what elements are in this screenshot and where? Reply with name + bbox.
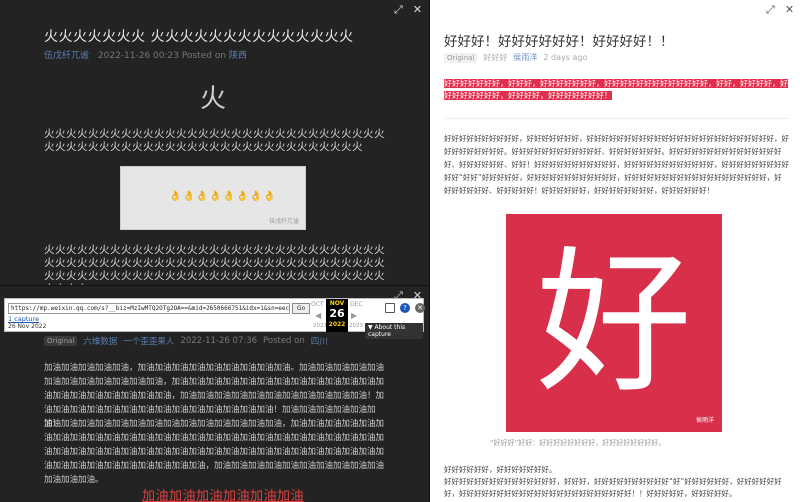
article-panel-right: ⤢ ✕ 好好好！好好好好好好！好好好好！！ Original 好好好 侯雨洋 2…	[430, 0, 800, 502]
highlight-text: 好好好好好好好，好好好，好好好好好好好，好好好好好好好好好好好好好，好好，好好好…	[444, 79, 788, 100]
body-paragraph: 好好好好好好好好好好，好好好好好好好，好好好好好好好好好好好好好好好好好好好好好…	[444, 134, 789, 195]
next-month-link[interactable]: DEC	[350, 301, 363, 308]
captures-link[interactable]: 1 capture	[8, 315, 39, 323]
paragraph: 加油加油加油加油加油加油加油加油加油加油加油加油加油加油，加油加油加油加油加油加…	[44, 419, 385, 485]
paragraph: 火火火火火火火火火火火火火火火火火火火火火火火火火火火火火火火火火火火火火火火火…	[44, 128, 385, 153]
close-icon[interactable]: ✕	[785, 3, 794, 17]
expand-icon[interactable]: ⤢	[766, 3, 775, 17]
go-button[interactable]: Go	[292, 303, 310, 314]
next-arrow-icon[interactable]: ▶	[351, 311, 357, 320]
post-datetime: 2022-11-26 00:23	[97, 51, 179, 61]
close-icon[interactable]: ✕	[415, 303, 425, 313]
wayback-toolbar: https://mp.weixin.qq.com/s?__biz=MzIwMTQ…	[4, 298, 425, 339]
article-title: 火火火火火火火 火火火火火火火火火火火火火火	[44, 29, 354, 45]
about-capture-button[interactable]: ▼ About this capture	[365, 323, 423, 339]
image-watermark: 侯雨洋	[695, 417, 714, 424]
current-capture: NOV 26 2022	[326, 299, 348, 332]
red-link[interactable]: 加油加油加油加油加油加油	[142, 485, 304, 502]
help-icon[interactable]: ?	[400, 303, 410, 313]
original-badge: Original	[44, 336, 78, 346]
image-char: 好	[536, 232, 692, 414]
body-paragraph: 好好好好好好，好好好好好好好。 好好好好好好好好好好好好好好好，好好好，好好好好…	[444, 464, 789, 500]
article-image: 👌👌👌👌👌👌👌👌 伍戊纤兀谧	[120, 166, 306, 230]
ok-hand-icons: 👌👌👌👌👌👌👌👌	[169, 191, 277, 202]
posted-on-label: Posted on	[263, 336, 305, 346]
expand-icon[interactable]: ⤢	[394, 3, 403, 17]
window-controls: ⤢ ✕	[766, 3, 794, 17]
post-location: 四川	[310, 337, 328, 347]
original-badge: Original	[444, 52, 478, 63]
window-icon[interactable]	[385, 303, 395, 313]
author-name[interactable]: 六维数据	[83, 335, 117, 347]
post-time: 2 days ago	[543, 53, 588, 62]
post-datetime: 2022-11-26 07:36	[180, 336, 258, 346]
prev-month-link[interactable]: OCT	[311, 301, 324, 308]
highlighted-lead: 好好好好好好好，好好好，好好好好好好好，好好好好好好好好好好好好好，好好，好好好…	[444, 78, 789, 102]
window-controls: ⤢ ✕	[394, 3, 422, 17]
article-meta: 伍戊纤兀谧 2022-11-26 00:23 Posted on 陕西	[44, 48, 247, 61]
next-year-link[interactable]: 2023	[349, 323, 363, 329]
current-year: 2022	[328, 321, 346, 328]
image-caption: “好好好”好好：好好好好好好好好，好好好好好好好好。	[490, 439, 666, 447]
close-icon[interactable]: ✕	[413, 3, 422, 17]
paragraph: 火火火火火火火火火火火火火火火火火火火火火火火火火火火火火火火火火火火火火火火火…	[44, 244, 385, 285]
article-title: 好好好！好好好好好好！好好好好！！	[444, 34, 674, 50]
heading-char: 火	[200, 84, 227, 114]
author-link[interactable]: 一个歪歪果人	[123, 335, 174, 347]
toolbar-icons: ? ✕	[385, 303, 425, 313]
divider	[444, 118, 789, 119]
author-link[interactable]: 侯雨洋	[513, 52, 537, 63]
body-line: 好好好好好好，好好好好好好好。	[444, 465, 557, 474]
capture-date: 26 Nov 2022	[8, 323, 47, 330]
url-input[interactable]: https://mp.weixin.qq.com/s?__biz=MzIwMTQ…	[8, 303, 290, 314]
body-line: 好好好好好好好好好好好好好好好，好好好，好好好好好好好好好好“好”好好好好好好，…	[444, 477, 782, 498]
author-link[interactable]: 伍戊纤兀谧	[44, 51, 89, 61]
author-name[interactable]: 好好好	[483, 52, 507, 63]
article-panel-top-left: ⤢ ✕ 火火火火火火火 火火火火火火火火火火火火火火 伍戊纤兀谧 2022-11…	[0, 0, 430, 285]
prev-arrow-icon[interactable]: ◀	[315, 311, 321, 320]
posted-on-label: Posted on	[181, 51, 227, 61]
prev-year-link[interactable]: 2021	[313, 323, 327, 329]
article-image: 好 侯雨洋	[506, 214, 722, 432]
article-meta: Original 好好好 侯雨洋 2 days ago	[444, 52, 587, 63]
image-watermark: 伍戊纤兀谧	[268, 218, 299, 225]
post-location: 陕西	[228, 51, 247, 61]
article-meta: Original 六维数据 一个歪歪果人 2022-11-26 07:36 Po…	[44, 335, 328, 347]
current-day: 26	[329, 307, 345, 320]
